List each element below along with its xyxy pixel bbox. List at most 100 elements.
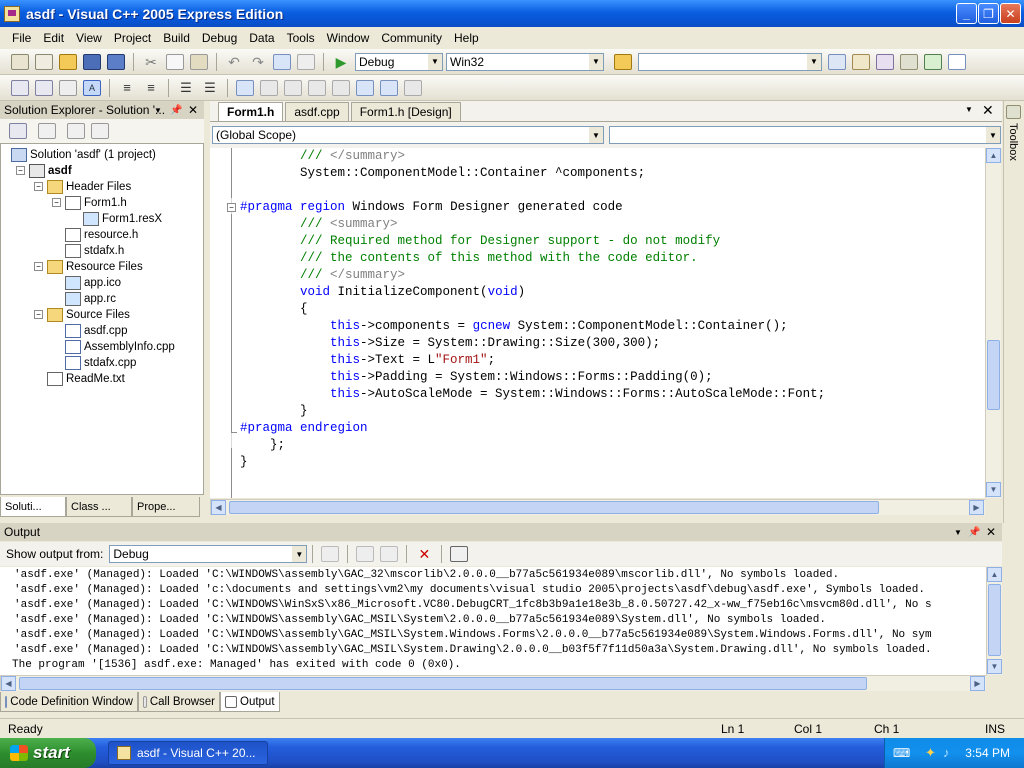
properties-icon[interactable] (9, 123, 27, 139)
tree-item[interactable]: stdafx.cpp (65, 355, 136, 371)
member-dropdown[interactable]: ▼ (609, 126, 1001, 144)
open-folder-icon[interactable] (59, 53, 77, 70)
previous-bookmark-folder-icon[interactable] (308, 79, 326, 96)
tab-output[interactable]: Output (220, 692, 280, 712)
tree-item[interactable]: − Source Files (34, 307, 130, 323)
app-icon[interactable] (4, 5, 20, 22)
scroll-down-icon[interactable]: ▼ (987, 659, 1002, 674)
start-page-icon[interactable] (924, 53, 942, 70)
menu-debug[interactable]: Debug (196, 31, 243, 45)
previous-bookmark-icon[interactable] (260, 79, 278, 96)
view-class-diagram-icon[interactable] (91, 123, 109, 139)
tab-solution-explorer[interactable]: Soluti... (0, 497, 66, 517)
restore-button[interactable]: ❐ (978, 3, 999, 24)
menu-edit[interactable]: Edit (37, 31, 70, 45)
toolbox-strip[interactable]: Toolbox (1003, 101, 1024, 523)
tree-item[interactable]: − Header Files (34, 179, 131, 195)
pin-icon[interactable]: 📌 (968, 527, 980, 538)
platform-dropdown[interactable]: Win32 ▼ (446, 52, 604, 71)
chevron-down-icon[interactable]: ▼ (807, 53, 821, 70)
add-item-icon[interactable] (35, 53, 53, 70)
start-button[interactable]: start (0, 738, 96, 768)
scope-dropdown[interactable]: (Global Scope) ▼ (212, 126, 604, 144)
save-icon[interactable] (83, 53, 101, 70)
toggle-bookmark-icon[interactable] (236, 79, 254, 96)
menu-community[interactable]: Community (375, 31, 448, 45)
collapse-node-icon[interactable]: − (52, 198, 61, 207)
close-icon[interactable]: ✕ (982, 102, 994, 119)
collapse-node-icon[interactable]: − (34, 182, 43, 191)
previous-bookmark-in-document-icon[interactable] (356, 79, 374, 96)
start-debugging-icon[interactable]: ▶ (332, 54, 350, 70)
collapse-node-icon[interactable]: − (34, 262, 43, 271)
tree-item[interactable]: − Form1.h (52, 195, 127, 211)
tree-item[interactable]: Solution 'asdf' (1 project) (11, 147, 156, 163)
navigate-forward-icon[interactable] (297, 53, 315, 70)
scroll-thumb[interactable] (229, 501, 879, 514)
solution-config-dropdown[interactable]: Debug ▼ (355, 52, 443, 71)
tab-class-view[interactable]: Class ... (66, 497, 132, 517)
menu-help[interactable]: Help (448, 31, 485, 45)
complete-word-icon[interactable]: A (83, 79, 101, 96)
tab-asdf-cpp[interactable]: asdf.cpp (285, 102, 349, 121)
tree-item[interactable]: Form1.resX (83, 211, 162, 227)
pin-icon[interactable]: 📌 (170, 105, 182, 116)
editor-horizontal-scrollbar[interactable]: ◀ ▶ (210, 499, 985, 515)
tree-item[interactable]: stdafx.h (65, 243, 124, 259)
clock[interactable]: 3:54 PM (965, 746, 1010, 760)
chevron-down-icon[interactable]: ▼ (428, 53, 442, 70)
menu-data[interactable]: Data (243, 31, 280, 45)
navigate-back-icon[interactable] (273, 53, 291, 70)
scroll-down-icon[interactable]: ▼ (986, 482, 1001, 497)
toolbox-icon[interactable] (1006, 105, 1021, 119)
network-icon[interactable]: ✦ (925, 745, 936, 761)
taskbar-item-asdf[interactable]: asdf - Visual C++ 20... (108, 741, 268, 765)
show-all-files-icon[interactable] (38, 123, 56, 139)
solution-explorer-icon[interactable] (828, 53, 846, 70)
menu-build[interactable]: Build (157, 31, 196, 45)
undo-icon[interactable]: ↶ (225, 54, 243, 70)
other-windows-icon[interactable] (948, 53, 966, 70)
menu-view[interactable]: View (70, 31, 108, 45)
scroll-thumb[interactable] (19, 677, 867, 690)
output-vertical-scrollbar[interactable]: ▲ ▼ (986, 567, 1002, 675)
copy-icon[interactable] (166, 53, 184, 70)
chevron-down-icon[interactable]: ▼ (965, 105, 973, 114)
uncomment-lines-icon[interactable]: ☰ (201, 80, 219, 96)
editor-vertical-scrollbar[interactable]: ▲ ▼ (985, 148, 1001, 498)
tree-item[interactable]: app.rc (65, 291, 116, 307)
tree-item[interactable]: ReadMe.txt (47, 371, 125, 387)
minimize-button[interactable]: _ (956, 3, 977, 24)
tree-item[interactable]: app.ico (65, 275, 121, 291)
scroll-thumb[interactable] (987, 340, 1000, 410)
chevron-down-icon[interactable]: ▼ (154, 106, 162, 115)
scroll-up-icon[interactable]: ▲ (986, 148, 1001, 163)
refresh-icon[interactable] (67, 123, 85, 139)
quick-info-icon[interactable] (59, 79, 77, 96)
next-bookmark-in-document-icon[interactable] (380, 79, 398, 96)
chevron-down-icon[interactable]: ▼ (292, 546, 307, 562)
clear-all-icon[interactable]: ✕ (415, 546, 433, 562)
chevron-down-icon[interactable]: ▼ (954, 528, 962, 537)
find-message-icon[interactable] (321, 546, 340, 562)
comment-lines-icon[interactable]: ☰ (177, 80, 195, 96)
display-object-member-list-icon[interactable] (11, 79, 29, 96)
redo-icon[interactable]: ↷ (249, 54, 267, 70)
save-all-icon[interactable] (107, 53, 125, 70)
go-to-next-message-icon[interactable] (380, 546, 399, 562)
tree-item[interactable]: − Resource Files (34, 259, 143, 275)
menu-tools[interactable]: Tools (281, 31, 321, 45)
scroll-thumb[interactable] (988, 584, 1001, 656)
clear-bookmarks-icon[interactable] (404, 79, 422, 96)
output-source-dropdown[interactable]: Debug ▼ (109, 545, 308, 563)
chevron-down-icon[interactable]: ▼ (589, 127, 603, 143)
collapse-region-icon[interactable]: − (227, 203, 236, 212)
tab-form1-design[interactable]: Form1.h [Design] (350, 102, 461, 121)
new-project-icon[interactable] (11, 53, 29, 70)
scroll-right-icon[interactable]: ▶ (970, 676, 985, 691)
scroll-right-icon[interactable]: ▶ (969, 500, 984, 515)
collapse-node-icon[interactable]: − (16, 166, 25, 175)
menu-window[interactable]: Window (321, 31, 376, 45)
find-in-files-icon[interactable] (614, 53, 632, 70)
go-to-previous-message-icon[interactable] (356, 546, 375, 562)
